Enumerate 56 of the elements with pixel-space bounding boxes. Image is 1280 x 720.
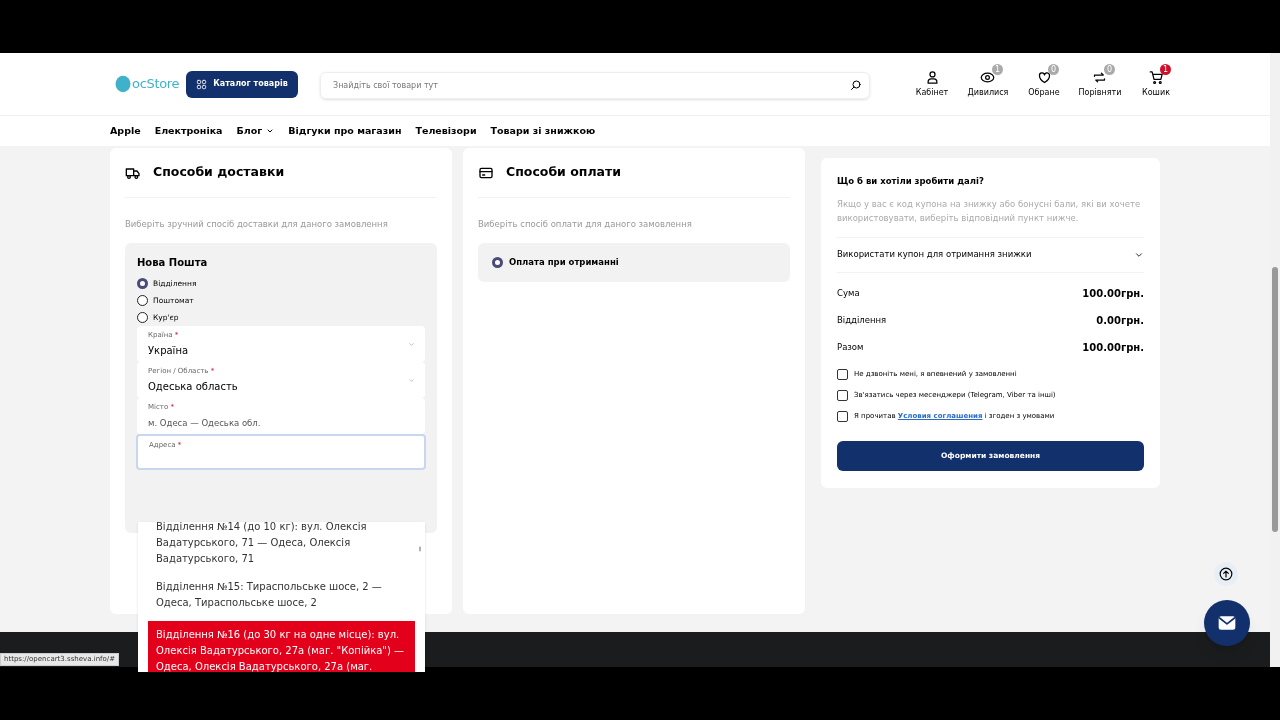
total-label: Відділення: [837, 313, 887, 327]
nav-link[interactable]: Електроніка: [154, 123, 223, 139]
checkbox[interactable]: [837, 410, 848, 422]
catalog-button[interactable]: Каталог товарів: [186, 70, 298, 98]
radio-button[interactable]: [492, 256, 503, 268]
count-badge: 0: [1048, 64, 1059, 75]
suggestion-item[interactable]: Відділення №15: Тираспольське шосе, 2 — Одеса, Тираспольське шосе, 2: [138, 577, 415, 613]
header-action[interactable]: Кабінет: [915, 70, 949, 98]
arrow-up-icon: [1219, 567, 1233, 581]
radio-button[interactable]: [137, 311, 148, 323]
radio-button[interactable]: [137, 277, 148, 289]
chevron-down-icon: [408, 376, 415, 384]
total-value: 100.00грн.: [1082, 340, 1144, 355]
section-hint: Виберіть спосіб оплати для даного замовлення: [478, 218, 693, 231]
suggestion-item[interactable]: Відділення №14 (до 10 кг): вул. Олексія Вадатурського, 71 — Одеса, Олексія Вадатурського, 71: [138, 522, 415, 569]
field-value: Україна: [148, 344, 189, 356]
total-value: 0.00грн.: [1096, 313, 1144, 328]
logo-text: ocStore: [132, 75, 180, 94]
nav-link[interactable]: Телевізори: [415, 123, 477, 139]
heart-icon: [1036, 70, 1052, 85]
coupon-toggle[interactable]: Використати купон для отримання знижки: [837, 236, 1144, 273]
total-label: Разом: [837, 340, 864, 354]
count-badge: 1: [992, 64, 1003, 75]
field-value: м. Одеса — Одеська обл.: [148, 417, 261, 428]
card-title: Способи доставки: [153, 163, 285, 182]
search-icon: [850, 78, 862, 91]
logo-icon: [114, 73, 132, 95]
carrier-title: Нова Пошта: [137, 255, 209, 270]
mail-button[interactable]: [1204, 600, 1250, 646]
total-label: Сума: [837, 286, 860, 300]
nav-link[interactable]: Відгуки про магазин: [288, 123, 402, 139]
grid-icon: [196, 78, 208, 90]
mail-icon: [1217, 613, 1237, 633]
scroll-top-button[interactable]: [1214, 562, 1238, 586]
suggestion-item[interactable]: Відділення №16 (до 30 кг на одне місце): вул. Олексія Вадатурського, 27а (маг. "Копійка") — Одеса, Олексія Вадатурського, 27а (маг.: [148, 621, 415, 672]
field-value: Одеська область: [148, 380, 238, 392]
nav-link[interactable]: Товари зі знижкою: [490, 123, 596, 139]
option-label: Оплата при отриманні: [509, 255, 619, 269]
radio-button[interactable]: [137, 294, 148, 306]
checkbox[interactable]: [837, 389, 848, 401]
section-hint: Виберіть зручний спосіб доставки для даного замовлення: [125, 218, 389, 231]
eye-icon: [980, 70, 996, 85]
user-icon: [924, 70, 940, 85]
arrows-icon: [1092, 70, 1108, 85]
card-title: Способи оплати: [506, 163, 622, 182]
total-value: 100.00грн.: [1082, 286, 1144, 301]
nav-link[interactable]: Apple: [110, 123, 141, 139]
count-badge: 1: [1160, 64, 1171, 75]
search-field[interactable]: Знайдіть свої товари тут: [320, 71, 870, 99]
chevron-down-icon: [408, 340, 415, 348]
cart-icon: [1148, 70, 1164, 85]
checkbox[interactable]: [837, 368, 848, 380]
card-title: Що б ви хотіли зробити далі?: [837, 175, 985, 188]
nav-link[interactable]: Блог: [236, 123, 275, 139]
section-hint: Якщо у вас є код купона на знижку або бонусні бали, які ви хочете використовувати, виберіть відповідний пункт нижче.: [837, 197, 1142, 225]
count-badge: 0: [1104, 64, 1115, 75]
